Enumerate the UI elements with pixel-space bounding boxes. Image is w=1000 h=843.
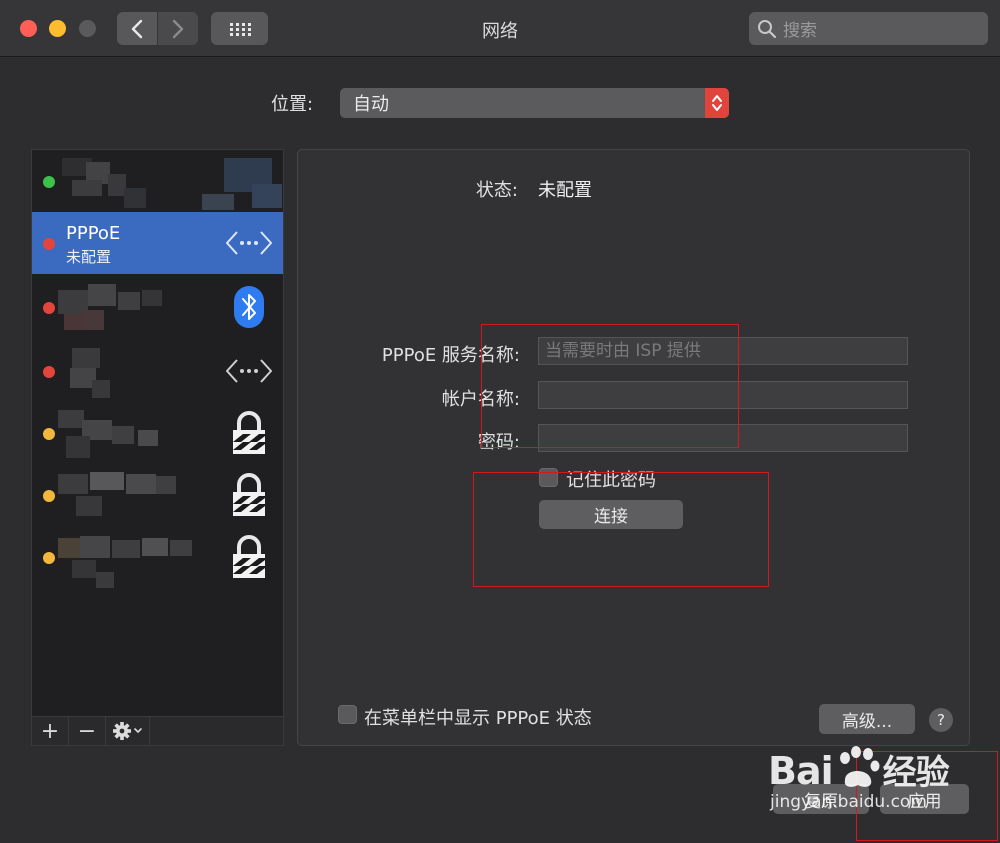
ethernet-icon — [225, 348, 273, 394]
status-dot-yellow — [43, 490, 55, 502]
service-list[interactable]: PPPoE 未配置 — [31, 149, 284, 745]
help-button[interactable]: ? — [929, 708, 953, 732]
service-item-4[interactable] — [32, 340, 283, 402]
service-item-3[interactable] — [32, 276, 283, 338]
status-dot-red — [43, 302, 55, 314]
status-dot-yellow — [43, 428, 55, 440]
status-dot-red — [43, 366, 55, 378]
service-item-pppoe[interactable]: PPPoE 未配置 — [32, 212, 283, 274]
annotation-box-connect — [473, 472, 769, 587]
location-label: 位置: — [271, 94, 314, 115]
service-item-7[interactable] — [32, 526, 283, 588]
vpn-lock-icon — [225, 472, 273, 518]
updown-arrows-icon — [705, 88, 729, 118]
service-list-toolbar: + − — [31, 716, 284, 746]
search-icon — [758, 19, 777, 38]
show-in-menubar-label: 在菜单栏中显示 PPPoE 状态 — [364, 708, 592, 729]
remove-service-button[interactable]: − — [69, 717, 106, 745]
bluetooth-icon — [225, 284, 273, 330]
vpn-lock-icon — [225, 410, 273, 456]
location-value: 自动 — [353, 94, 389, 115]
status-dot-green — [43, 176, 55, 188]
gear-icon — [112, 722, 142, 740]
title-bar: 网络 搜索 — [0, 0, 1000, 57]
annotation-box-apply — [856, 751, 998, 841]
pixelated-name — [52, 154, 282, 210]
service-item-1[interactable] — [32, 150, 283, 212]
action-menu-button[interactable] — [106, 717, 150, 745]
annotation-box-fields — [481, 324, 739, 448]
search-field[interactable]: 搜索 — [749, 12, 988, 45]
service-status: 未配置 — [66, 248, 112, 266]
status-dot-red — [43, 238, 55, 250]
ethernet-icon — [225, 220, 273, 266]
service-name: PPPoE — [66, 223, 121, 244]
search-placeholder: 搜索 — [783, 21, 817, 41]
service-item-6[interactable] — [32, 464, 283, 526]
service-item-5[interactable] — [32, 402, 283, 464]
status-dot-yellow — [43, 552, 55, 564]
revert-button[interactable]: 复原 — [773, 784, 869, 814]
vpn-lock-icon — [225, 534, 273, 580]
advanced-button[interactable]: 高级... — [819, 704, 915, 734]
location-select[interactable]: 自动 — [340, 88, 729, 118]
status-value: 未配置 — [538, 180, 592, 201]
show-in-menubar-checkbox[interactable] — [338, 705, 357, 724]
status-label: 状态: — [475, 180, 518, 201]
add-service-button[interactable]: + — [32, 717, 69, 745]
